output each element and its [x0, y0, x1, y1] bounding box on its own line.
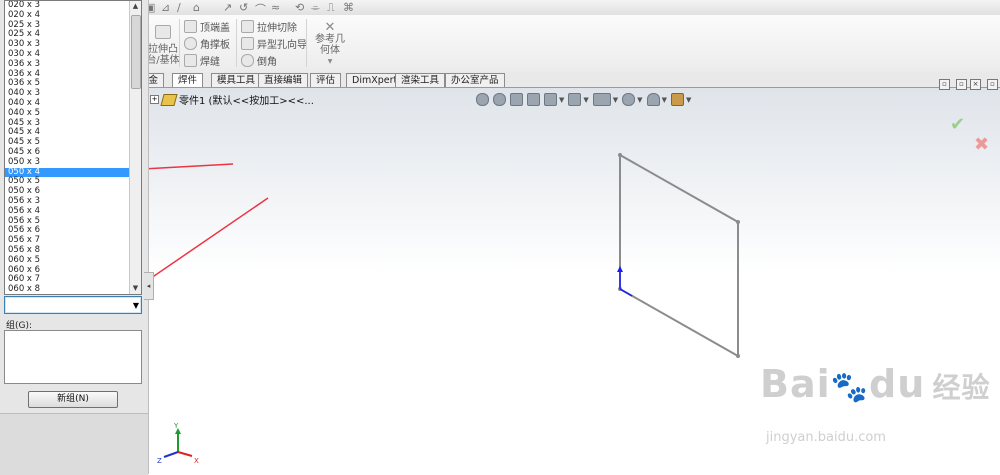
close-icon[interactable]: × [970, 79, 981, 90]
watermark-url: jingyan.baidu.com [766, 430, 886, 445]
scroll-up-icon[interactable]: ▲ [130, 1, 141, 12]
confirm-check-icon[interactable]: ✔ [950, 114, 965, 135]
zoom-to-fit-icon[interactable] [476, 93, 489, 106]
section-view-icon[interactable] [527, 93, 540, 106]
restore-icon[interactable]: ▫ [939, 79, 950, 90]
triad-y-label: Y [173, 422, 179, 430]
view-orientation-icon[interactable] [544, 93, 557, 106]
sketch-point[interactable] [736, 220, 740, 224]
maximize-icon[interactable]: ▫ [987, 79, 998, 90]
scroll-thumb[interactable] [131, 15, 141, 89]
tile-icon[interactable]: ▫ [956, 79, 967, 90]
chevron-down-icon[interactable]: ▼ [637, 96, 642, 104]
zoom-area-icon[interactable] [493, 93, 506, 106]
feature-tree-root[interactable]: + 零件1 (默认<<按加工><<... [150, 92, 314, 107]
group-list-box[interactable] [4, 330, 142, 384]
chevron-down-icon[interactable]: ▼ [686, 96, 691, 104]
scroll-down-icon[interactable]: ▼ [130, 283, 141, 294]
size-dropdown[interactable]: ▼ [4, 296, 142, 314]
chevron-down-icon[interactable]: ▼ [613, 96, 618, 104]
size-items: 020 x 3 020 x 4 025 x 3 025 x 4 030 x 3 030 x… [5, 1, 141, 294]
edit-appearance-icon[interactable] [622, 93, 636, 106]
property-manager-panel: 020 x 3 020 x 4 025 x 3 025 x 4 030 x 3 030 x… [0, 0, 149, 475]
hide-show-items-icon[interactable] [592, 93, 611, 106]
watermark: Bai🐾du 经验 jingyan.baidu.com [760, 362, 991, 445]
chevron-down-icon[interactable]: ▼ [662, 96, 667, 104]
part-icon [160, 93, 178, 106]
list-scrollbar[interactable]: ▲ ▼ [129, 1, 141, 294]
heads-up-toolbar: ▼ ▼ ▼ ▼ ▼ ▼ [476, 93, 691, 106]
watermark-brand: Bai [760, 362, 831, 406]
watermark-brand-2: du [869, 362, 926, 406]
triad-z-axis [163, 451, 179, 458]
triad-x-label: X [194, 457, 199, 465]
part-name: 零件1 (默认<<按加工><<... [179, 96, 314, 107]
collapse-panel-icon[interactable]: ◂ [144, 272, 154, 300]
view-settings-icon[interactable] [670, 93, 684, 106]
triad-z-label: Z [157, 457, 162, 465]
previous-view-icon[interactable] [510, 93, 523, 106]
sketch-point[interactable] [618, 153, 622, 157]
watermark-paw-icon: 🐾 [830, 370, 869, 405]
origin-x-axis [619, 288, 633, 297]
panel-footer [0, 413, 148, 475]
sketch-point[interactable] [736, 354, 740, 358]
apply-scene-icon[interactable] [646, 93, 660, 106]
expand-icon[interactable]: + [150, 95, 159, 104]
watermark-brand-cn: 经验 [932, 371, 991, 404]
sketch-rectangle[interactable] [619, 153, 739, 358]
size-list-item[interactable]: 060 x 8 [5, 284, 141, 294]
chevron-down-icon[interactable]: ▼ [559, 96, 564, 104]
origin-arrow [617, 266, 623, 272]
triad-x-axis [177, 451, 193, 457]
cancel-x-icon[interactable]: ✖ [974, 134, 989, 155]
chevron-down-icon[interactable]: ▼ [583, 96, 588, 104]
chevron-down-icon[interactable]: ▼ [133, 301, 139, 310]
new-group-button[interactable]: 新组(N) [28, 391, 118, 408]
display-style-icon[interactable] [568, 93, 582, 106]
profile-size-list[interactable]: 020 x 3 020 x 4 025 x 3 025 x 4 030 x 3 030 x… [4, 0, 142, 295]
